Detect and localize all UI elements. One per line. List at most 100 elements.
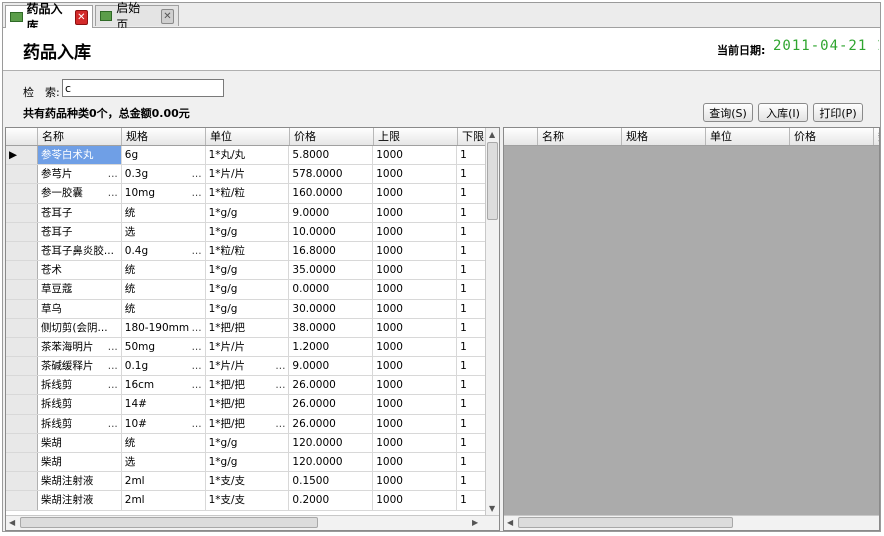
- row-header[interactable]: [6, 357, 38, 376]
- row-header[interactable]: [6, 222, 38, 241]
- tab-stock-in[interactable]: 药品入库 ✕: [5, 2, 93, 33]
- cell-price[interactable]: 120.0000: [289, 433, 374, 452]
- cell-price[interactable]: 16.8000: [289, 241, 374, 261]
- cell-spec[interactable]: 2ml: [122, 491, 206, 510]
- cell-unit[interactable]: 1*片/片: [206, 165, 290, 184]
- cell-unit[interactable]: 1*g/g: [206, 203, 290, 222]
- cell-unit[interactable]: 1*把/把...: [206, 376, 290, 395]
- ellipsis-button[interactable]: ...: [108, 184, 118, 202]
- table-row[interactable]: 拆线剪... 10#... 1*把/把... 26.0000 1000 1: [6, 414, 488, 434]
- table-row[interactable]: 柴胡 选 1*g/g 120.0000 1000 1: [6, 453, 488, 473]
- scroll-up-icon[interactable]: ▲: [489, 130, 495, 139]
- cell-spec[interactable]: 14#: [122, 395, 206, 414]
- cell-price[interactable]: 38.0000: [289, 318, 374, 337]
- cell-name[interactable]: 拆线剪...: [38, 376, 122, 395]
- row-header[interactable]: [6, 337, 38, 357]
- cell-upper[interactable]: 1000: [373, 299, 458, 318]
- cell-spec[interactable]: 180-190mm...: [122, 318, 206, 337]
- cell-lower[interactable]: 1: [457, 453, 488, 472]
- cell-spec[interactable]: 0.3g...: [122, 165, 206, 184]
- row-header[interactable]: [6, 184, 38, 203]
- cell-name[interactable]: 参苓白术丸: [37, 146, 122, 165]
- scroll-right-icon[interactable]: ▶: [472, 518, 478, 527]
- cell-spec[interactable]: 10#...: [122, 414, 206, 433]
- cell-price[interactable]: 26.0000: [289, 376, 374, 395]
- cell-upper[interactable]: 1000: [373, 184, 458, 203]
- row-header[interactable]: [6, 241, 38, 261]
- cell-name[interactable]: 茶碱缓释片...: [38, 357, 122, 376]
- column-header-spec[interactable]: 规格: [122, 128, 206, 145]
- column-header-unit[interactable]: 单位: [706, 128, 790, 145]
- print-button[interactable]: 打印(P): [813, 103, 863, 122]
- cell-name[interactable]: 草豆蔻: [38, 280, 122, 299]
- cell-spec[interactable]: 统: [122, 261, 206, 280]
- ellipsis-button[interactable]: ...: [192, 357, 202, 375]
- cell-price[interactable]: 0.1500: [289, 472, 374, 491]
- cell-spec[interactable]: 选: [122, 453, 206, 472]
- cell-spec[interactable]: 2ml: [122, 472, 206, 491]
- cell-upper[interactable]: 1000: [373, 146, 458, 165]
- cell-lower[interactable]: 1: [457, 184, 488, 203]
- table-row[interactable]: 柴胡注射液 2ml 1*支/支 0.1500 1000 1: [6, 472, 488, 492]
- cell-unit[interactable]: 1*g/g: [206, 299, 290, 318]
- ellipsis-button[interactable]: ...: [108, 376, 118, 394]
- cell-price[interactable]: 26.0000: [289, 414, 374, 433]
- row-header[interactable]: [6, 261, 38, 280]
- row-header[interactable]: [6, 433, 38, 452]
- row-header[interactable]: ▶: [6, 146, 38, 165]
- cell-name[interactable]: 苍耳子: [38, 203, 122, 222]
- row-header[interactable]: [6, 203, 38, 222]
- cell-spec[interactable]: 统: [122, 280, 206, 299]
- horizontal-scrollbar[interactable]: ◀ ▶: [6, 515, 499, 530]
- cell-lower[interactable]: 1: [457, 146, 488, 165]
- cell-name[interactable]: 柴胡: [38, 453, 122, 472]
- cell-unit[interactable]: 1*片/片...: [206, 357, 290, 376]
- column-header-name[interactable]: 名称: [38, 128, 122, 145]
- ellipsis-button[interactable]: ...: [275, 357, 285, 375]
- column-header-upper[interactable]: 上限: [374, 128, 458, 145]
- cell-lower[interactable]: 1: [457, 165, 488, 184]
- cell-upper[interactable]: 1000: [373, 241, 458, 261]
- cell-name[interactable]: 柴胡注射液: [38, 472, 122, 491]
- table-row[interactable]: 柴胡 统 1*g/g 120.0000 1000 1: [6, 433, 488, 453]
- cell-unit[interactable]: 1*g/g: [206, 453, 290, 472]
- table-row[interactable]: 参芎片... 0.3g... 1*片/片 578.0000 1000 1: [6, 165, 488, 185]
- cell-unit[interactable]: 1*支/支: [206, 491, 290, 510]
- cell-unit[interactable]: 1*把/把...: [206, 414, 290, 433]
- column-header-lower[interactable]: 下限: [458, 128, 488, 145]
- table-row[interactable]: 苍耳子鼻炎胶... 0.4g... 1*粒/粒 16.8000 1000 1: [6, 241, 488, 262]
- cell-price[interactable]: 1.2000: [289, 337, 374, 357]
- cell-price[interactable]: 0.2000: [289, 491, 374, 510]
- table-row[interactable]: 参一胶囊... 10mg... 1*粒/粒 160.0000 1000 1: [6, 184, 488, 204]
- cell-spec[interactable]: 0.4g...: [122, 241, 206, 261]
- ellipsis-button[interactable]: ...: [275, 376, 285, 394]
- query-button[interactable]: 查询(S): [703, 103, 753, 122]
- cell-name[interactable]: 苍耳子鼻炎胶...: [38, 241, 122, 261]
- column-header-price[interactable]: 价格: [290, 128, 374, 145]
- scroll-left-icon[interactable]: ◀: [507, 518, 513, 527]
- cell-unit[interactable]: 1*丸/丸: [206, 146, 290, 165]
- row-header[interactable]: [6, 318, 38, 337]
- scroll-left-icon[interactable]: ◀: [9, 518, 15, 527]
- tab-start-page[interactable]: 启始页 ✕: [95, 1, 179, 32]
- cell-name[interactable]: 柴胡: [38, 433, 122, 452]
- cell-price[interactable]: 10.0000: [289, 222, 374, 241]
- ellipsis-button[interactable]: ...: [108, 357, 118, 375]
- cell-lower[interactable]: 1: [457, 280, 488, 299]
- cell-upper[interactable]: 1000: [373, 337, 458, 357]
- table-row[interactable]: 茶苯海明片... 50mg... 1*片/片 1.2000 1000 1: [6, 337, 488, 358]
- cell-unit[interactable]: 1*g/g: [206, 433, 290, 452]
- column-header-qty[interactable]: 数: [874, 128, 879, 145]
- scroll-thumb[interactable]: [487, 142, 498, 220]
- row-header[interactable]: [6, 491, 38, 510]
- table-row[interactable]: 柴胡注射液 2ml 1*支/支 0.2000 1000 1: [6, 491, 488, 511]
- cell-price[interactable]: 160.0000: [289, 184, 374, 203]
- cell-spec[interactable]: 0.1g...: [122, 357, 206, 376]
- row-header[interactable]: [6, 395, 38, 414]
- cell-lower[interactable]: 1: [457, 357, 488, 376]
- cell-upper[interactable]: 1000: [373, 222, 458, 241]
- cell-price[interactable]: 5.8000: [289, 146, 374, 165]
- cell-price[interactable]: 26.0000: [289, 395, 374, 414]
- scroll-thumb[interactable]: [20, 517, 318, 528]
- cell-upper[interactable]: 1000: [373, 261, 458, 280]
